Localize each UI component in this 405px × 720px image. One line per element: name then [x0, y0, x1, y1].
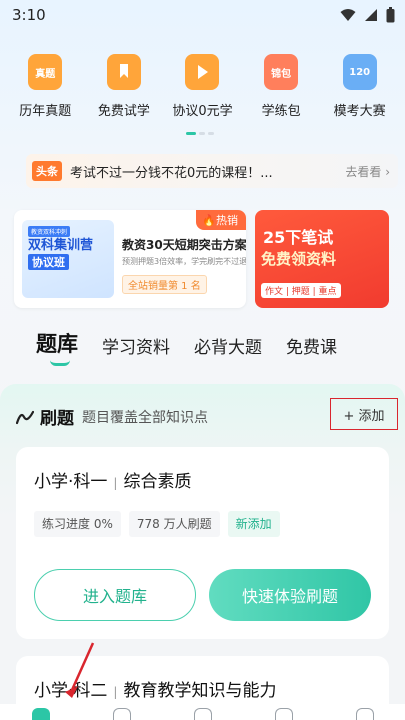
wifi-icon	[340, 9, 356, 21]
subject-card-title: 小学·科一 | 综合素质	[34, 467, 191, 492]
subject-level: 小学·科二	[34, 681, 108, 701]
subject-name: 综合素质	[123, 472, 192, 492]
practice-progress: 练习进度 0%	[34, 511, 121, 537]
practice-section-header: 刷题 题目覆盖全部知识点	[16, 404, 208, 429]
headline-news-bar[interactable]: 头条 考试不过一分钱不花0元的课程！... 去看看 ›	[26, 154, 398, 188]
quick-link-label: 学练包	[261, 104, 301, 119]
headline-text: 考试不过一分钱不花0元的课程！...	[70, 165, 273, 181]
nav-community-icon[interactable]	[274, 708, 293, 720]
bookmark-book-icon	[106, 54, 141, 90]
course-cover-image: 教资双科冲刺 双科集训营 协议班	[22, 220, 114, 298]
nav-courses-icon[interactable]	[112, 708, 131, 720]
quick-link-label: 历年真题	[19, 104, 72, 119]
pager-dot	[199, 132, 205, 135]
tab-must-memorize[interactable]: 必背大题	[194, 333, 262, 358]
tab-question-bank[interactable]: 题库	[36, 328, 78, 358]
quick-link-label: 协议0元学	[172, 104, 233, 119]
pager-dot	[208, 132, 214, 135]
quick-link-label: 模考大赛	[333, 104, 386, 119]
new-added-badge: 新添加	[227, 511, 280, 537]
materials-banner-chips: 作文 | 押题 | 重点	[261, 283, 341, 298]
title-separator: |	[113, 476, 118, 490]
materials-banner-title: 25下笔试	[263, 228, 334, 247]
course-cover-subtitle: 协议班	[28, 254, 69, 270]
subject-level: 小学·科一	[34, 472, 108, 492]
pager-dot-active	[186, 132, 196, 135]
bottom-nav	[0, 704, 405, 720]
headline-tag: 头条	[32, 161, 62, 181]
exam-paper-icon: 真题	[28, 54, 63, 90]
headline-more-link[interactable]: 去看看 ›	[345, 163, 390, 180]
battery-icon	[386, 7, 395, 23]
course-description: 预测押题3倍效率，学完刷完不过退费	[122, 257, 246, 266]
subject-card-title: 小学·科二 | 教育教学知识与能力	[34, 676, 276, 701]
nav-materials-icon[interactable]	[193, 708, 212, 720]
mock-exam-icon: 120	[342, 54, 377, 90]
status-bar: 3:10	[0, 0, 405, 32]
tab-free-courses[interactable]: 免费课	[286, 333, 337, 358]
section-subtitle: 题目覆盖全部知识点	[82, 409, 208, 426]
hot-sale-label: 热销	[216, 214, 238, 227]
gift-bag-icon: 锦包	[264, 54, 299, 90]
enter-question-bank-button[interactable]: 进入题库	[34, 569, 196, 621]
mock-exam-icon-text: 120	[349, 66, 371, 78]
add-subject-button[interactable]: + 添加	[330, 398, 398, 430]
title-separator: |	[113, 685, 118, 699]
nav-question-bank-icon[interactable]	[31, 708, 50, 720]
content-tabs: 题库 学习资料 必背大题 免费课	[36, 328, 361, 358]
flame-icon: 🔥	[202, 214, 216, 227]
promo-banner-materials[interactable]: 25下笔试 免费领资料 作文 | 押题 | 重点	[255, 210, 389, 308]
course-cover-title: 双科集训营	[28, 238, 94, 253]
user-count: 778 万人刷题	[128, 511, 220, 537]
pager-dots	[186, 132, 214, 135]
exam-paper-icon-text: 真题	[35, 68, 56, 80]
gift-bag-icon-text: 锦包	[271, 68, 292, 80]
promo-banner-course[interactable]: 教资双科冲刺 双科集训营 协议班 🔥热销 教资30天短期突击方案 预测押题3倍效…	[14, 210, 246, 308]
quick-link-free-trial[interactable]: 免费试学	[85, 54, 163, 119]
course-cover-tag: 教资双科冲刺	[28, 226, 71, 237]
quick-link-mock-exam[interactable]: 120 模考大赛	[321, 54, 399, 119]
active-tab-indicator	[50, 360, 70, 366]
signal-icon	[365, 9, 377, 21]
quick-link-practice-pack[interactable]: 锦包 学练包	[242, 54, 320, 119]
hot-sale-badge: 🔥热销	[196, 210, 246, 230]
sales-rank-badge: 全站销量第 1 名	[122, 275, 207, 294]
course-title: 教资30天短期突击方案	[122, 238, 246, 252]
status-icons	[340, 7, 395, 23]
play-video-icon	[185, 54, 220, 90]
quick-link-past-papers[interactable]: 真题 历年真题	[6, 54, 84, 119]
nav-profile-icon[interactable]	[355, 708, 374, 720]
subject-name: 教育教学知识与能力	[123, 681, 277, 701]
quick-link-agreement-free[interactable]: 协议0元学	[163, 54, 241, 119]
quick-practice-button[interactable]: 快速体验刷题	[209, 569, 371, 621]
status-time: 3:10	[12, 6, 46, 24]
section-title: 刷题	[40, 409, 74, 429]
subject-card: 小学·科一 | 综合素质 练习进度 0% 778 万人刷题 新添加 进入题库 快速体…	[16, 447, 389, 639]
subject-stats: 练习进度 0% 778 万人刷题 新添加	[34, 511, 280, 537]
quick-links: 真题 历年真题 免费试学 协议0元学 锦包 学练包 120 模考大赛	[0, 54, 405, 119]
pen-scribble-icon	[16, 410, 34, 424]
tab-study-materials[interactable]: 学习资料	[102, 333, 170, 358]
materials-banner-subtitle: 免费领资料	[261, 250, 337, 268]
quick-link-label: 免费试学	[97, 104, 150, 119]
